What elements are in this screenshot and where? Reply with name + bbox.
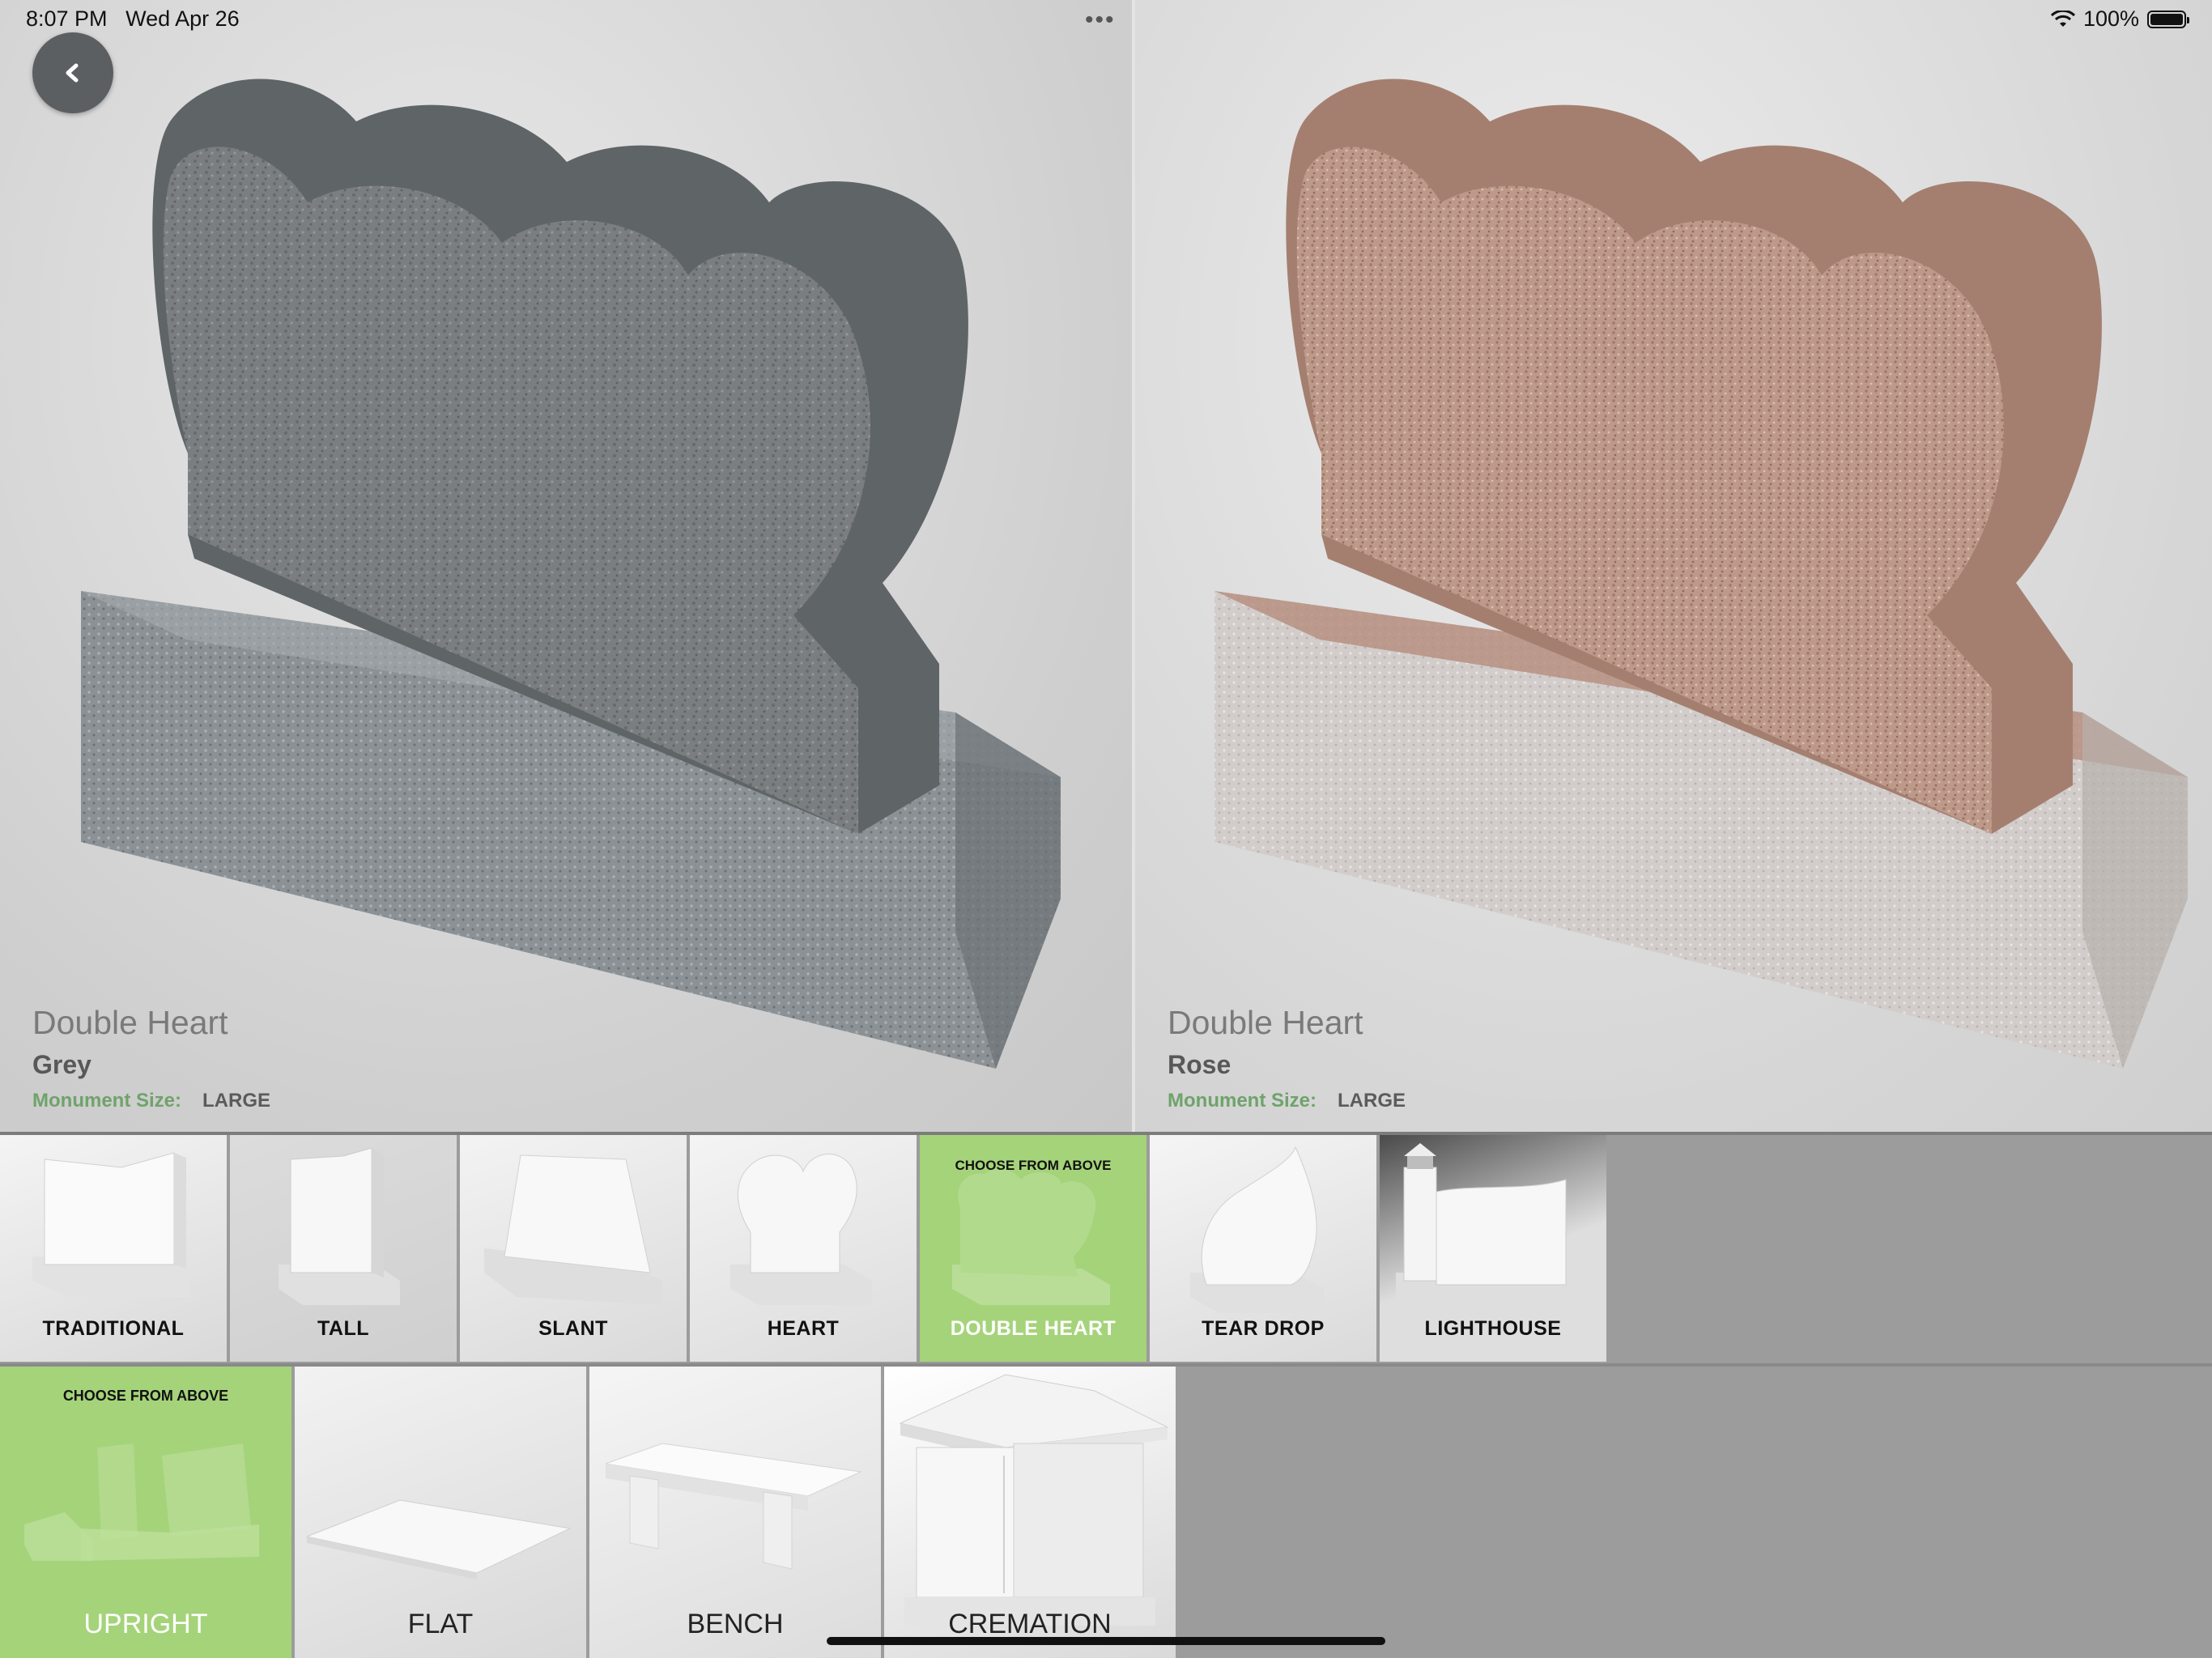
shape-tile-double-heart[interactable]: CHOOSE FROM ABOVE DOUBLE HEART	[920, 1135, 1146, 1362]
tile-label: TRADITIONAL	[42, 1317, 185, 1340]
monument-info-right: Double Heart Rose Monument Size: LARGE	[1168, 1004, 1406, 1112]
monument-size-value: LARGE	[1338, 1090, 1406, 1112]
monument-info-left: Double Heart Grey Monument Size: LARGE	[32, 1004, 270, 1112]
tile-label: HEART	[767, 1317, 840, 1340]
monument-name: Double Heart	[32, 1004, 228, 1041]
tile-label: UPRIGHT	[83, 1609, 208, 1639]
monument-size-value: LARGE	[202, 1090, 270, 1112]
tile-label: SLANT	[538, 1317, 608, 1340]
tile-label: TALL	[317, 1317, 369, 1340]
shape-tile-tall[interactable]: TALL	[230, 1135, 457, 1362]
shape-tile-traditional[interactable]: TRADITIONAL	[0, 1135, 227, 1362]
monument-render-grey	[81, 79, 1061, 1069]
category-tile-upright[interactable]: CHOOSE FROM ABOVE UPRIGHT	[0, 1367, 291, 1658]
compare-panel-right[interactable]: Double Heart Rose Monument Size: LARGE	[1135, 0, 2212, 1132]
category-picker: CHOOSE FROM ABOVE UPRIGHT FLAT BENCH CRE…	[0, 1367, 2212, 1658]
battery-percent: 100%	[2082, 6, 2139, 31]
status-time: 8:07 PM Wed Apr 26	[26, 6, 240, 32]
home-indicator[interactable]	[827, 1637, 1385, 1645]
monument-name: Double Heart	[1168, 1004, 1363, 1041]
tile-hint: CHOOSE FROM ABOVE	[62, 1388, 229, 1404]
compare-panel-left[interactable]: Double Heart Grey Monument Size: LARGE	[0, 0, 1132, 1132]
shape-tile-tear-drop[interactable]: TEAR DROP	[1150, 1135, 1376, 1362]
wifi-icon	[2050, 10, 2075, 27]
back-button[interactable]	[32, 32, 113, 113]
monument-size: Monument Size: LARGE	[1168, 1090, 1406, 1112]
date-text: Wed Apr 26	[125, 6, 240, 31]
monument-size: Monument Size: LARGE	[32, 1090, 270, 1112]
monument-color: Rose	[1168, 1050, 1231, 1079]
shape-tile-lighthouse[interactable]: LIGHTHOUSE	[1380, 1135, 1606, 1362]
back-icon	[66, 63, 79, 83]
tile-label: CREMATION	[948, 1609, 1112, 1639]
tile-label: TEAR DROP	[1202, 1317, 1325, 1340]
tile-label: BENCH	[687, 1609, 784, 1639]
monument-size-label: Monument Size:	[1168, 1090, 1317, 1112]
monument-size-label: Monument Size:	[32, 1090, 181, 1112]
shape-tile-slant[interactable]: SLANT	[460, 1135, 687, 1362]
category-tile-bench[interactable]: BENCH	[589, 1367, 881, 1658]
tile-label: FLAT	[407, 1609, 474, 1639]
status-right: 100%	[2050, 6, 2189, 32]
battery-icon	[2147, 10, 2189, 28]
monument-render-rose	[1214, 79, 2188, 1069]
shape-picker: TRADITIONAL TALL SLANT HEART CHOOSE FROM…	[0, 1135, 2212, 1363]
monument-color: Grey	[32, 1050, 91, 1079]
category-tile-flat[interactable]: FLAT	[295, 1367, 586, 1658]
tile-label: DOUBLE HEART	[950, 1317, 1117, 1340]
tile-hint: CHOOSE FROM ABOVE	[955, 1158, 1112, 1173]
shape-tile-heart[interactable]: HEART	[690, 1135, 917, 1362]
category-tile-cremation[interactable]: CREMATION	[884, 1367, 1176, 1658]
status-bar: 8:07 PM Wed Apr 26 ••• 100%	[0, 0, 2212, 39]
more-dots-icon[interactable]: •••	[1085, 6, 1116, 34]
tile-label: LIGHTHOUSE	[1424, 1317, 1562, 1340]
time-text: 8:07 PM	[26, 6, 108, 31]
